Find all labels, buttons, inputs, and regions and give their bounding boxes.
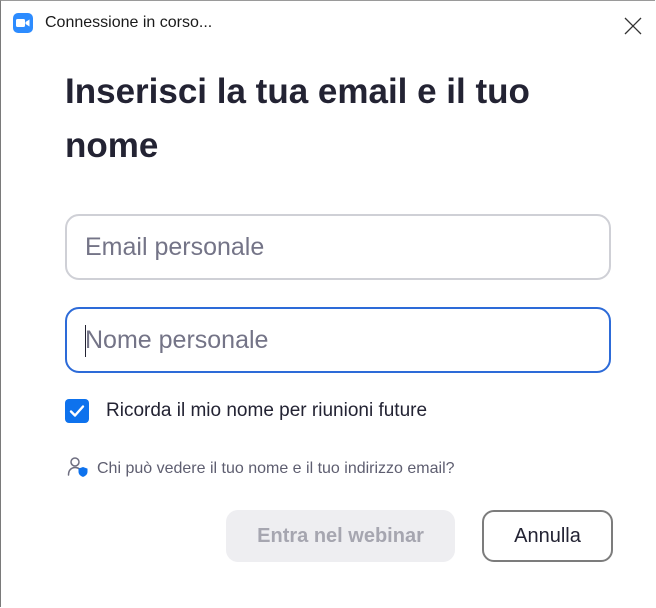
close-button[interactable] — [611, 13, 655, 39]
checkmark-icon — [69, 405, 85, 417]
remember-name-checkbox[interactable] — [65, 399, 89, 423]
close-icon — [624, 17, 642, 35]
email-input[interactable] — [67, 216, 609, 278]
email-field-container — [65, 214, 611, 280]
user-shield-icon — [67, 456, 89, 483]
join-webinar-button[interactable]: Entra nel webinar — [226, 510, 455, 562]
window-title: Connessione in corso... — [45, 14, 213, 31]
dialog-window: Connessione in corso... Inserisci la tua… — [0, 0, 655, 607]
privacy-link[interactable]: Chi può vedere il tuo nome e il tuo indi… — [97, 460, 455, 478]
remember-name-label[interactable]: Ricorda il mio nome per riunioni future — [106, 400, 427, 422]
zoom-camera-icon — [13, 13, 33, 33]
text-caret — [85, 325, 86, 357]
cancel-button[interactable]: Annulla — [482, 510, 613, 562]
page-title: Inserisci la tua email e il tuo nome — [65, 72, 530, 165]
name-field-container — [65, 307, 611, 373]
title-bar: Connessione in corso... — [1, 1, 655, 35]
privacy-info-row: Chi può vedere il tuo nome e il tuo indi… — [67, 456, 455, 483]
remember-name-row: Ricorda il mio nome per riunioni future — [65, 397, 427, 425]
name-input[interactable] — [67, 309, 609, 371]
